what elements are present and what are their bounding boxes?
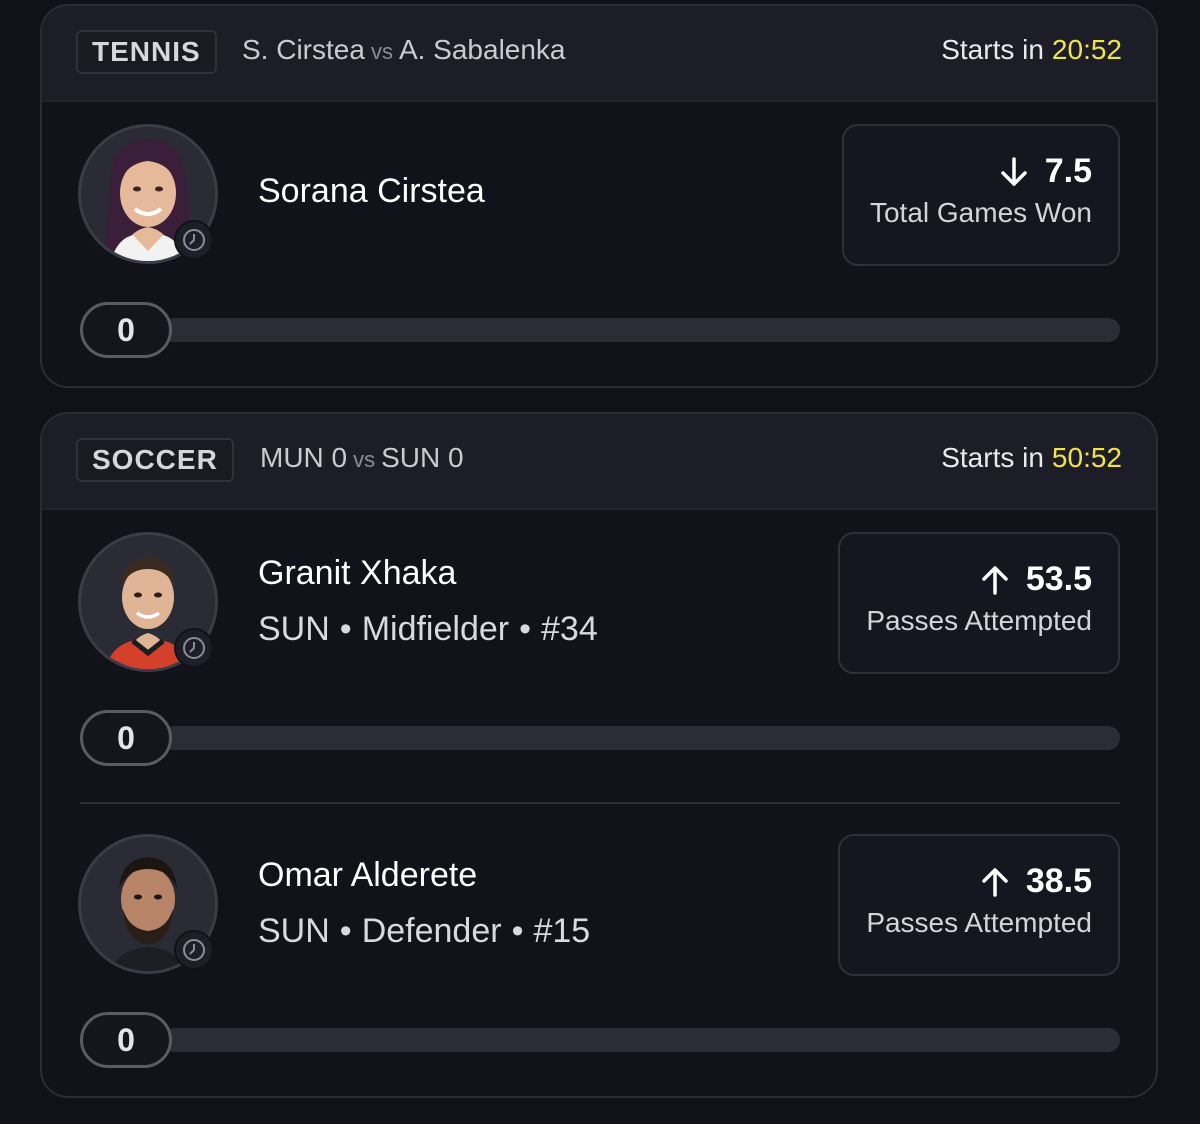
line-value: 53.5: [1025, 560, 1092, 598]
start-countdown: Starts in 50:52: [941, 442, 1122, 474]
home-team: S. Cirstea: [242, 34, 365, 65]
player-avatar-wrap: [78, 124, 222, 268]
away-team: SUN 0: [381, 442, 464, 473]
stat-line-box[interactable]: 38.5 Passes Attempted: [838, 834, 1120, 976]
event-header: TENNIS S. Cirstea vs A. Sabalenka Starts i…: [42, 6, 1156, 102]
player-team: SUN: [258, 610, 330, 648]
vs-label: vs: [353, 447, 376, 472]
player-row[interactable]: Granit Xhaka SUN • Midfielder • #34 53.5 Pas…: [42, 508, 1156, 788]
clock-icon: [174, 930, 214, 970]
arrow-up-icon: [978, 563, 1012, 597]
countdown-time: 20:52: [1051, 34, 1122, 65]
match-title[interactable]: MUN 0 vs SUN 0: [260, 442, 464, 474]
sport-badge: TENNIS: [76, 30, 217, 74]
progress-track: [162, 1028, 1120, 1052]
player-row[interactable]: Omar Alderete SUN • Defender • #15 38.5 Pass…: [42, 810, 1156, 1090]
player-position: Midfielder: [361, 610, 510, 648]
line-value: 7.5: [1044, 152, 1092, 190]
row-divider: [80, 802, 1120, 804]
event-card-tennis: TENNIS S. Cirstea vs A. Sabalenka Starts i…: [40, 4, 1158, 388]
stat-label: Passes Attempted: [866, 907, 1092, 938]
clock-icon: [174, 628, 214, 668]
event-card-soccer: SOCCER MUN 0 vs SUN 0 Starts in 50:52 Gr…: [40, 412, 1158, 1098]
player-position: Defender: [361, 912, 502, 950]
line-value: 38.5: [1025, 862, 1092, 900]
stat-label: Passes Attempted: [866, 605, 1092, 636]
player-name: Sorana Cirstea: [258, 172, 485, 210]
separator: •: [519, 610, 531, 648]
arrow-up-icon: [978, 865, 1012, 899]
stat-line-box[interactable]: 7.5 Total Games Won: [841, 124, 1120, 266]
stat-label: Total Games Won: [869, 197, 1092, 228]
clock-icon: [174, 220, 214, 260]
event-header: SOCCER MUN 0 vs SUN 0 Starts in 50:52: [42, 414, 1156, 510]
vs-label: vs: [370, 39, 393, 64]
progress-track: [162, 726, 1120, 750]
progress-value: 0: [80, 302, 172, 358]
player-meta: SUN • Defender • #15: [258, 912, 590, 951]
player-number: #15: [533, 912, 591, 950]
separator: •: [339, 610, 352, 648]
separator: •: [339, 912, 352, 950]
away-team: A. Sabalenka: [398, 34, 566, 65]
player-avatar-wrap: [78, 532, 222, 676]
player-avatar-wrap: [78, 834, 222, 978]
player-team: SUN: [258, 912, 330, 950]
progress-value: 0: [80, 710, 172, 766]
stat-line-box[interactable]: 53.5 Passes Attempted: [838, 532, 1120, 674]
player-row[interactable]: Sorana Cirstea 7.5 Total Games Won 0: [42, 100, 1156, 380]
start-countdown: Starts in 20:52: [941, 34, 1122, 66]
stat-line: 7.5: [870, 152, 1092, 191]
progress-value: 0: [80, 1012, 172, 1068]
player-name: Granit Xhaka: [258, 554, 457, 592]
page: TENNIS S. Cirstea vs A. Sabalenka Starts i…: [0, 0, 1200, 1124]
sport-badge: SOCCER: [76, 438, 234, 482]
arrow-down-icon: [997, 155, 1031, 189]
home-team: MUN 0: [260, 442, 348, 473]
stat-line: 38.5: [866, 862, 1092, 901]
stat-line: 53.5: [866, 560, 1092, 599]
player-number: #34: [541, 610, 598, 648]
separator: •: [511, 912, 524, 950]
starts-label: Starts in: [941, 442, 1044, 473]
player-name: Omar Alderete: [258, 856, 478, 894]
match-title[interactable]: S. Cirstea vs A. Sabalenka: [242, 34, 566, 66]
starts-label: Starts in: [941, 34, 1044, 65]
progress-track: [162, 318, 1120, 342]
player-meta: SUN • Midfielder • #34: [258, 610, 598, 649]
countdown-time: 50:52: [1051, 442, 1122, 473]
